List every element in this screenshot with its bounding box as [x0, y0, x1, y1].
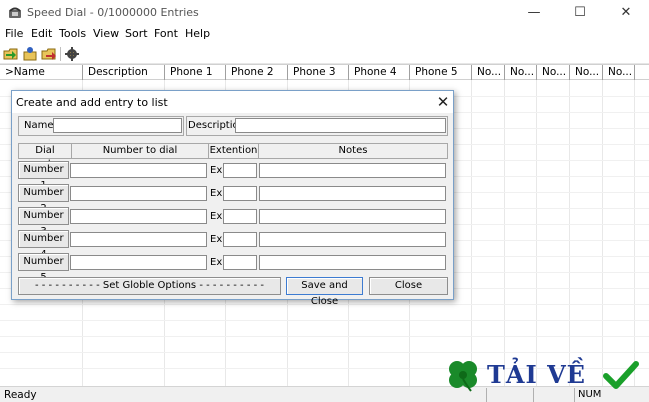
ex-label: Ex [210, 188, 223, 199]
ex-label: Ex [210, 165, 223, 176]
column-header-phone-4[interactable]: Phone 4 [349, 65, 410, 80]
number-4-button[interactable]: Number 4 [18, 230, 69, 260]
add-entry-icon[interactable] [22, 46, 38, 62]
extension-5-input[interactable] [223, 255, 257, 270]
menu-font[interactable]: Font [154, 27, 178, 40]
column-header-name[interactable]: >Name [0, 65, 83, 80]
checkmark-icon [603, 361, 639, 389]
dialog-title: Create and add entry to list [16, 96, 168, 109]
ex-label: Ex [210, 211, 223, 222]
notes-3-input[interactable] [259, 209, 446, 224]
description-input[interactable] [235, 118, 446, 133]
clover-logo-icon [449, 361, 477, 392]
set-global-options-button[interactable]: - - - - - - - - - - Set Globle Options -… [18, 277, 281, 295]
window-title: Speed Dial - 0/1000000 Entries [27, 6, 199, 19]
toolbar-separator [60, 47, 61, 61]
menu-tools[interactable]: Tools [59, 27, 86, 40]
extension-1-input[interactable] [223, 163, 257, 178]
dialog-close-icon[interactable]: ✕ [432, 91, 454, 113]
extention-header: Extention [208, 143, 259, 159]
notes-4-input[interactable] [259, 232, 446, 247]
menu-help[interactable]: Help [185, 27, 210, 40]
dialog-body: Name Description Dial number Number to d… [12, 113, 453, 307]
number-1-input[interactable] [70, 163, 207, 178]
notes-1-input[interactable] [259, 163, 446, 178]
save-and-close-button[interactable]: Save and Close [286, 277, 363, 307]
column-header-notes-5[interactable]: No... [603, 65, 635, 80]
name-input[interactable] [53, 118, 182, 133]
status-text: Ready [4, 389, 37, 401]
number-3-button[interactable]: Number 3 [18, 207, 69, 237]
notes-5-input[interactable] [259, 255, 446, 270]
column-header-notes-2[interactable]: No... [505, 65, 537, 80]
column-header-phone-5[interactable]: Phone 5 [410, 65, 472, 80]
notes-header: Notes [258, 143, 448, 159]
toolbar [0, 44, 649, 64]
watermark-text: TẢI VỀ [487, 360, 586, 389]
number-1-button[interactable]: Number 1 [18, 161, 69, 191]
column-header-notes-1[interactable]: No... [472, 65, 505, 80]
column-header-phone-1[interactable]: Phone 1 [165, 65, 226, 80]
extension-3-input[interactable] [223, 209, 257, 224]
dial-number-header: Dial number [18, 143, 72, 170]
notes-2-input[interactable] [259, 186, 446, 201]
list-header: >Name Description Phone 1 Phone 2 Phone … [0, 64, 649, 80]
name-label: Name [24, 120, 54, 131]
ex-label: Ex [210, 257, 223, 268]
extension-2-input[interactable] [223, 186, 257, 201]
number-to-dial-header: Number to dial [71, 143, 209, 159]
create-entry-dialog: Create and add entry to list ✕ Name Desc… [11, 90, 454, 307]
num-lock-indicator: NUM [578, 389, 602, 400]
number-2-button[interactable]: Number 2 [18, 184, 69, 214]
number-3-input[interactable] [70, 209, 207, 224]
number-5-input[interactable] [70, 255, 207, 270]
number-4-input[interactable] [70, 232, 207, 247]
menu-sort[interactable]: Sort [125, 27, 148, 40]
column-header-description[interactable]: Description [83, 65, 165, 80]
number-2-input[interactable] [70, 186, 207, 201]
column-header-phone-3[interactable]: Phone 3 [288, 65, 349, 80]
column-header-notes-3[interactable]: No... [537, 65, 570, 80]
title-bar: Speed Dial - 0/1000000 Entries — ☐ ✕ [0, 0, 649, 26]
close-dialog-button[interactable]: Close [369, 277, 448, 295]
menu-bar: File Edit Tools View Sort Font Help [0, 26, 649, 44]
close-button[interactable]: ✕ [603, 0, 649, 26]
maximize-button[interactable]: ☐ [557, 0, 603, 26]
ex-label: Ex [210, 234, 223, 245]
extension-4-input[interactable] [223, 232, 257, 247]
export-icon[interactable] [41, 46, 57, 62]
column-header-notes-4[interactable]: No... [570, 65, 603, 80]
menu-file[interactable]: File [5, 27, 23, 40]
menu-edit[interactable]: Edit [31, 27, 52, 40]
settings-icon[interactable] [64, 46, 80, 62]
number-5-button[interactable]: Number 5 [18, 253, 69, 283]
menu-view[interactable]: View [93, 27, 119, 40]
open-folder-icon[interactable] [3, 46, 19, 62]
minimize-button[interactable]: — [511, 0, 557, 26]
column-header-phone-2[interactable]: Phone 2 [226, 65, 288, 80]
phone-app-icon [9, 7, 21, 18]
